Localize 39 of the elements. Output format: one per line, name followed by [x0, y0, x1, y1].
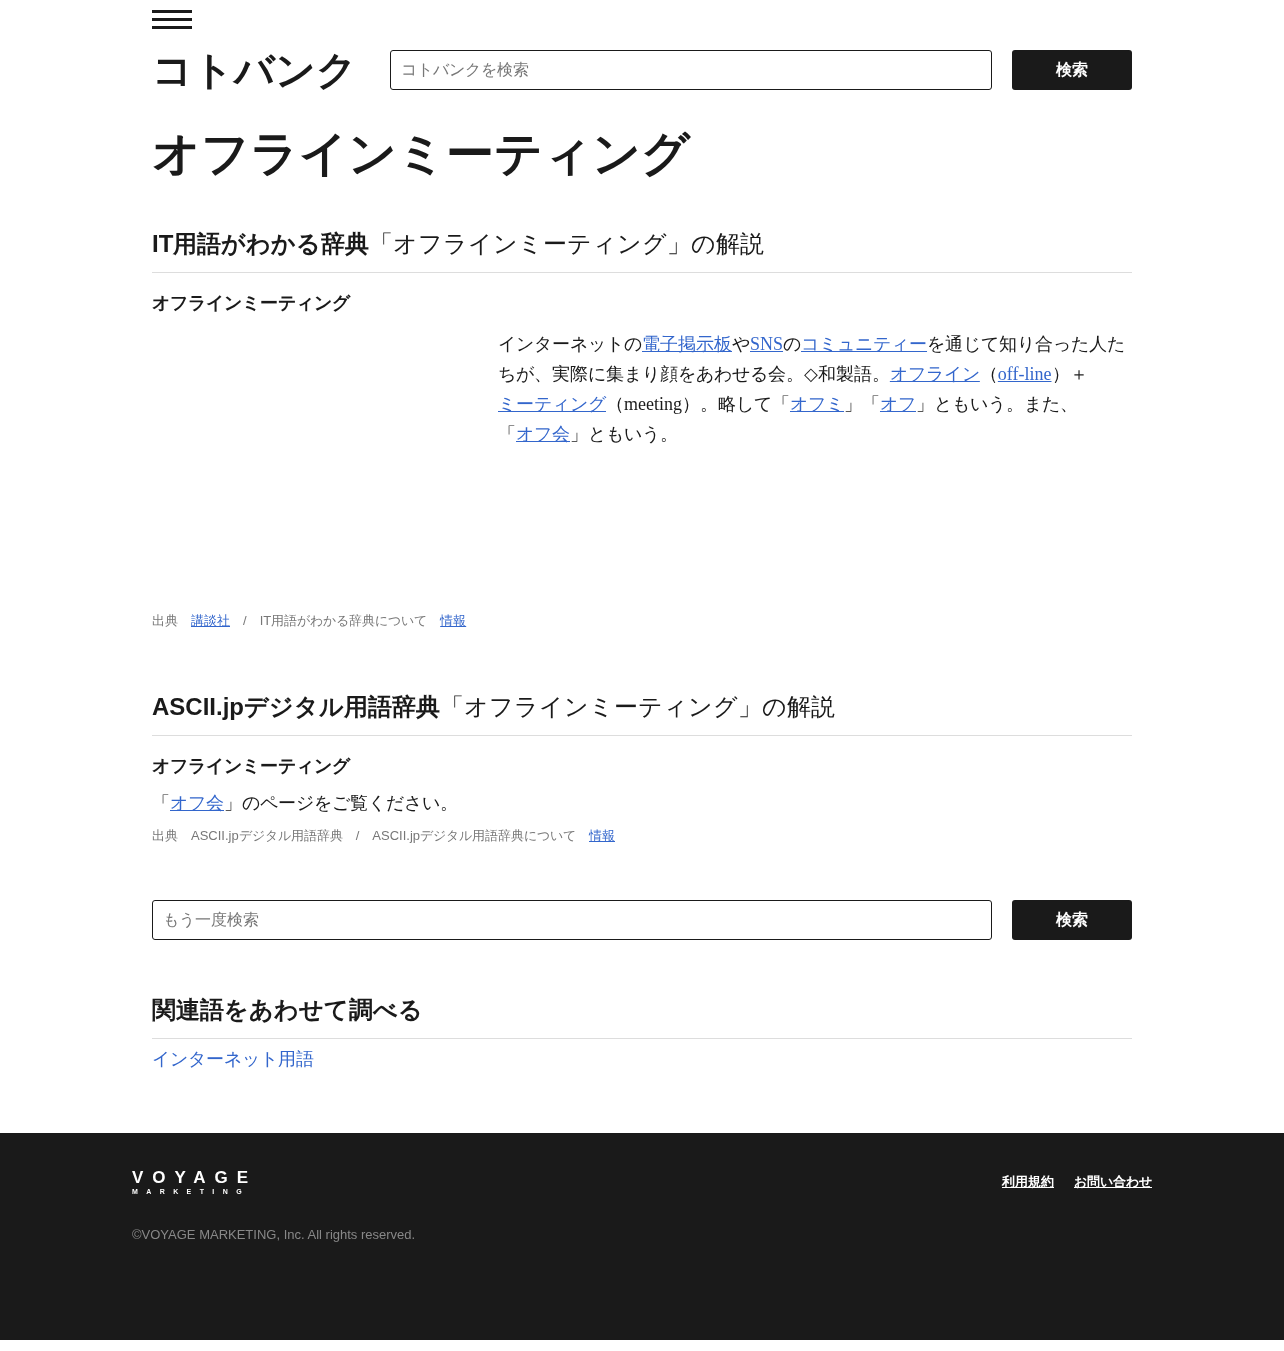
term-link[interactable]: SNS: [750, 334, 784, 354]
term-link[interactable]: オフ: [880, 394, 916, 414]
source-link[interactable]: 情報: [440, 611, 467, 631]
company-logo: VOYAGE: [132, 1169, 258, 1187]
search-field[interactable]: コトバンクを検索: [390, 50, 992, 90]
search-button[interactable]: 検索: [1012, 50, 1132, 90]
section-heading: ASCII.jpデジタル用語辞典「オフラインミーティング」の解説: [152, 689, 1132, 736]
section-heading: IT用語がわかる辞典「オフラインミーティング」の解説: [152, 226, 1132, 273]
source-text: /: [243, 612, 247, 630]
source-text: 出典: [152, 612, 178, 630]
source-text: /: [355, 827, 360, 845]
source-text: IT用語がわかる辞典について: [259, 612, 428, 630]
search-field[interactable]: もう一度検索: [152, 900, 992, 940]
term-link[interactable]: off-line: [997, 364, 1052, 384]
definition-text: 「オフ会」のページをご覧ください。: [152, 792, 459, 815]
term-link[interactable]: オフ会: [516, 424, 570, 444]
source-text: ASCII.jpデジタル用語辞典: [191, 827, 343, 845]
source-text: 出典: [152, 827, 178, 845]
copyright: ©VOYAGE MARKETING, Inc. All rights reserved.: [132, 1227, 417, 1242]
page-title: オフラインミーティング: [152, 126, 692, 182]
footer-link[interactable]: 利用規約: [1002, 1173, 1054, 1191]
term-link[interactable]: ミーティング: [498, 394, 606, 414]
term-link[interactable]: オフミ: [790, 394, 844, 414]
term-link[interactable]: オフ会: [170, 793, 224, 813]
source-link[interactable]: 講談社: [191, 611, 230, 631]
footer-link[interactable]: お問い合わせ: [1074, 1173, 1152, 1191]
search-button[interactable]: 検索: [1012, 900, 1132, 940]
related-link[interactable]: インターネット用語: [152, 1045, 314, 1073]
term-link[interactable]: コミュニティー: [801, 334, 928, 354]
menu-icon[interactable]: [152, 10, 192, 30]
definition-text: インターネットの電子掲示板やSNSの コミュニティーを通じて知り合った人たちが、実際に集まり顔をあわせる会。◇和製語。オフライン（off-line）＋ ミーティング（meeting）。略して「オフミ」「オフ」ともいう。また、「オフ会」ともいう。: [498, 333, 1127, 446]
source-link[interactable]: 情報: [589, 826, 615, 846]
term-link[interactable]: 電子掲示板: [642, 334, 732, 354]
source-text: ASCII.jpデジタル用語辞典について: [372, 827, 576, 845]
headword: オフラインミーティング: [152, 755, 352, 778]
term-link[interactable]: オフライン: [889, 364, 980, 384]
headword: オフラインミーティング: [152, 292, 352, 315]
related-heading: 関連語をあわせて調べる: [152, 992, 1132, 1039]
site-logo[interactable]: コトバンク: [152, 50, 370, 90]
